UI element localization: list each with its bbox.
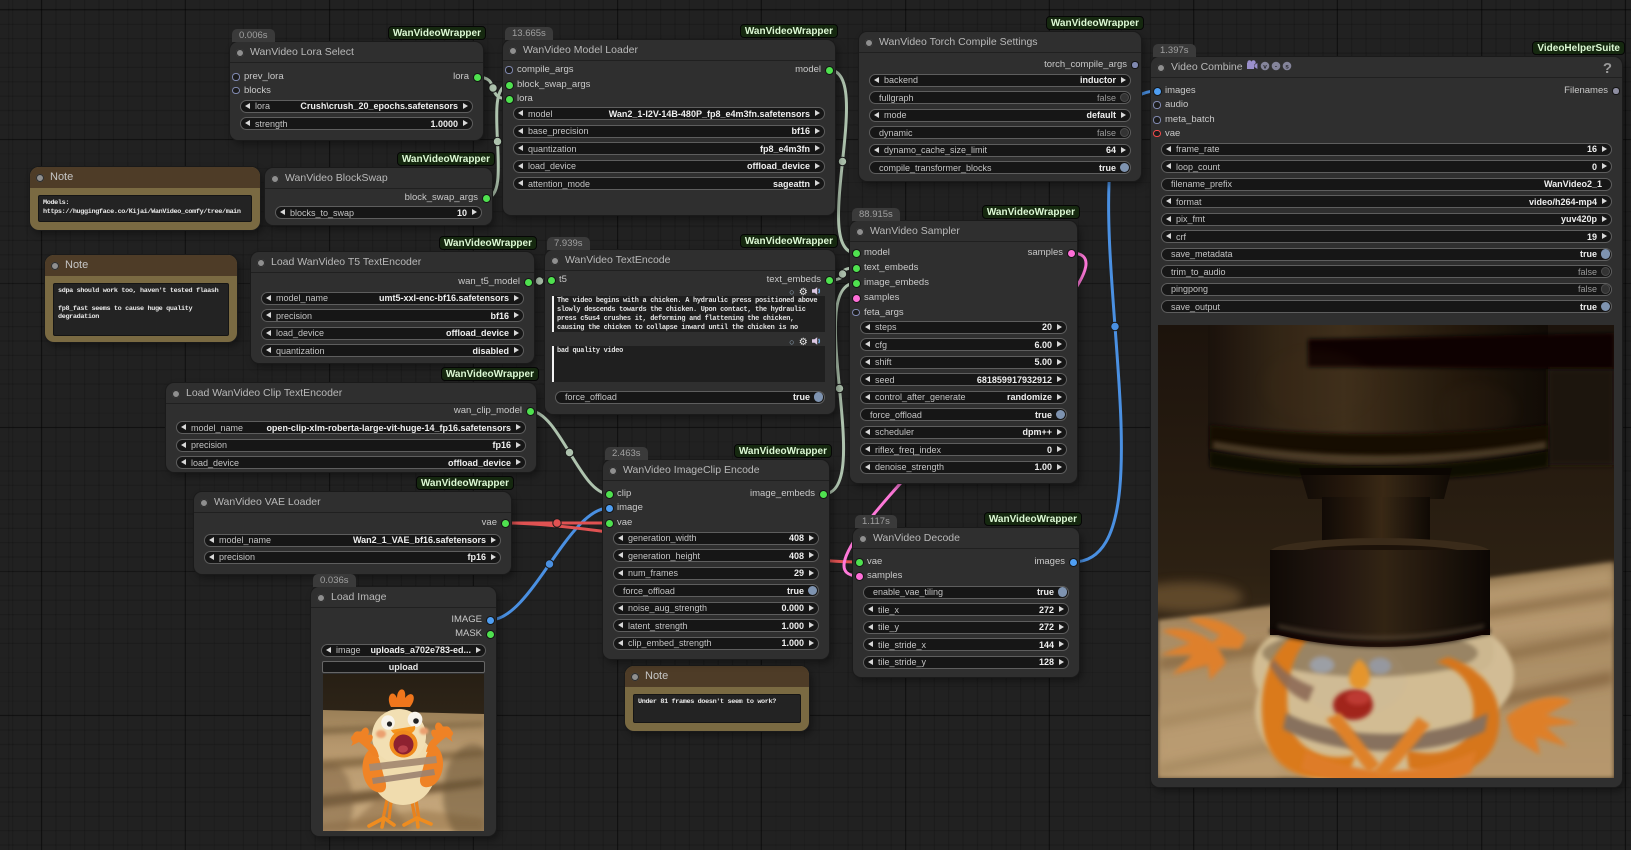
svg-text:v: v — [1263, 63, 1267, 70]
svg-text:-: - — [1274, 63, 1276, 70]
svg-text:s: s — [1285, 63, 1289, 70]
